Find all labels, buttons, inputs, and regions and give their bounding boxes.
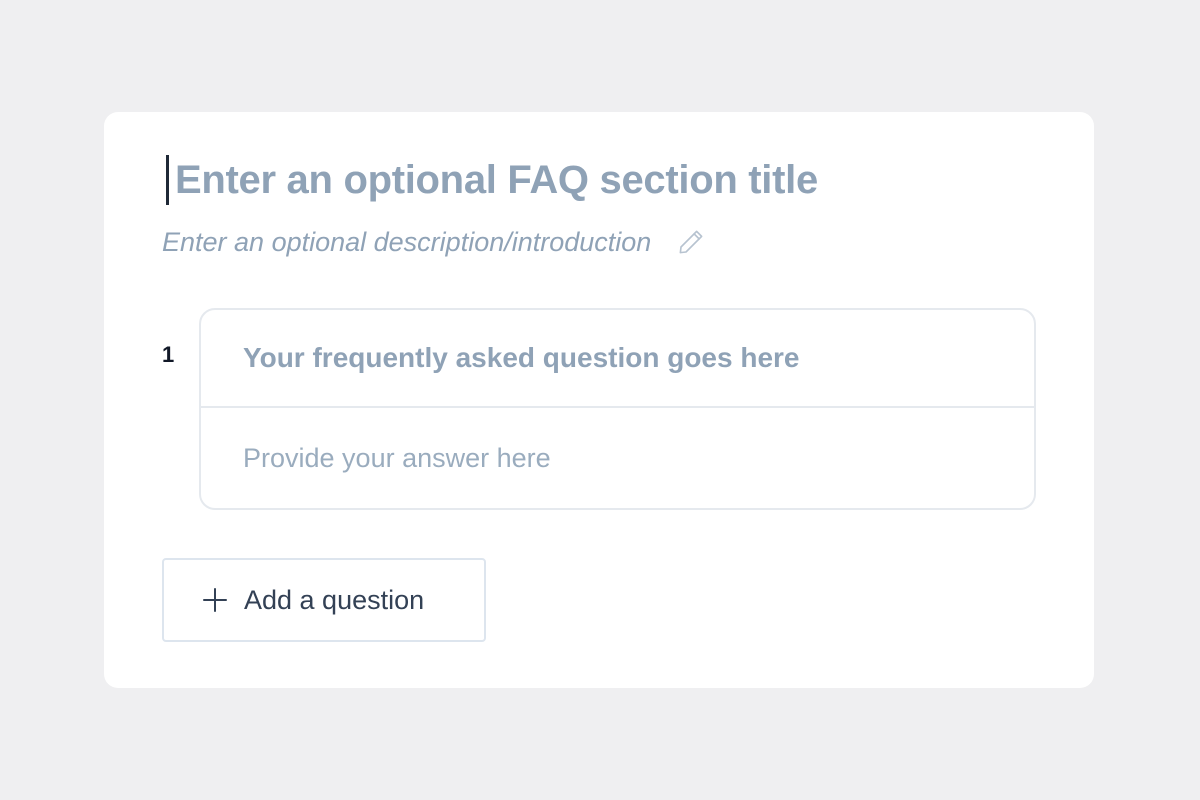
- faq-section-card: Enter an optional FAQ section title Ente…: [104, 112, 1094, 688]
- add-question-button[interactable]: Add a question: [162, 558, 486, 642]
- question-number: 1: [162, 342, 175, 367]
- faq-item: Your frequently asked question goes here…: [199, 308, 1036, 510]
- title-row: Enter an optional FAQ section title: [166, 152, 818, 208]
- answer-input[interactable]: Provide your answer here: [201, 408, 1034, 508]
- pencil-icon[interactable]: [675, 226, 707, 258]
- description-row: Enter an optional description/introducti…: [162, 222, 707, 262]
- section-description-input[interactable]: Enter an optional description/introducti…: [162, 227, 651, 258]
- add-question-label: Add a question: [244, 584, 425, 615]
- section-title-input[interactable]: Enter an optional FAQ section title: [175, 158, 818, 203]
- text-cursor: [166, 155, 169, 205]
- question-input[interactable]: Your frequently asked question goes here: [201, 310, 1034, 408]
- plus-icon: [202, 587, 228, 613]
